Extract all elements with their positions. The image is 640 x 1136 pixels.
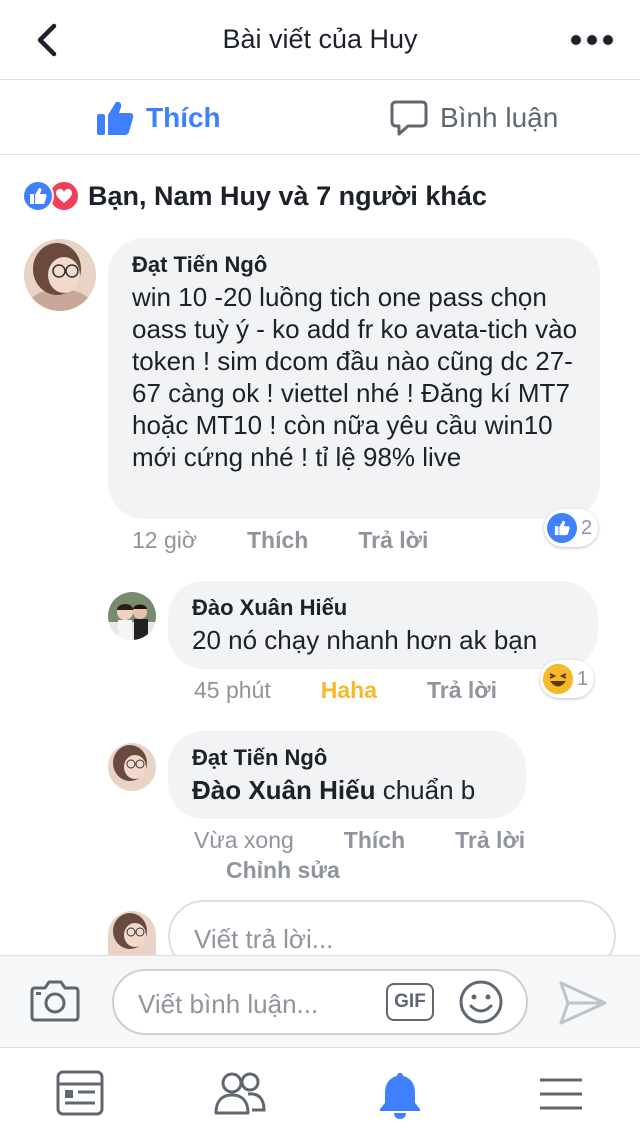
comment-text: 20 nó chạy nhanh hơn ak bạn (192, 625, 538, 655)
smile-icon (459, 980, 503, 1024)
tab-bar (0, 1047, 640, 1136)
comment-time: Vừa xong (194, 827, 294, 853)
comment-reaction-count[interactable]: 2 (544, 509, 599, 547)
more-icon (571, 35, 613, 45)
comment-text: win 10 -20 luồng tich one pass chọn oass… (132, 282, 578, 472)
comment-meta: Vừa xong Thích Trả lời (194, 827, 575, 854)
comment-reply-link[interactable]: Trả lời (455, 827, 525, 854)
avatar[interactable] (108, 592, 156, 640)
comment-bubble[interactable]: Đạt Tiến Ngô win 10 -20 luồng tich one p… (108, 238, 600, 519)
comment-meta: 12 giờ Thích Trả lời (132, 527, 478, 554)
send-icon (559, 981, 607, 1025)
comment-author[interactable]: Đào Xuân Hiếu (192, 595, 598, 621)
comment-author[interactable]: Đạt Tiến Ngô (192, 745, 526, 771)
haha-icon (543, 664, 573, 694)
comment-reply-link[interactable]: Trả lời (358, 527, 428, 554)
camera-icon (30, 980, 80, 1022)
tab-friends[interactable] (214, 1070, 266, 1121)
comment-edit-link[interactable]: Chỉnh sửa (226, 857, 340, 884)
tab-news-feed[interactable] (56, 1070, 104, 1121)
comment-text: Đào Xuân Hiếu chuẩn b (192, 775, 476, 805)
like-label: Thích (146, 102, 221, 133)
tab-notifications[interactable] (376, 1070, 424, 1125)
comment-bubble[interactable]: Đào Xuân Hiếu 20 nó chạy nhanh hơn ak bạ… (168, 581, 598, 669)
comment-label: Bình luận (440, 102, 559, 133)
comment-button[interactable]: Bình luận (390, 96, 558, 140)
menu-icon (540, 1078, 582, 1110)
tab-menu[interactable] (538, 1076, 584, 1117)
camera-button[interactable] (30, 978, 80, 1027)
mention-link[interactable]: Đào Xuân Hiếu (192, 775, 375, 805)
comment-meta: Chỉnh sửa (226, 857, 390, 884)
comment-time: 45 phút (194, 677, 271, 703)
comment-like-link[interactable]: Thích (247, 527, 308, 554)
comment-input[interactable]: Viết bình luận... GIF (112, 969, 528, 1035)
page-title: Bài viết của Huy (222, 24, 418, 54)
thumbs-up-icon (97, 101, 134, 135)
comment-author[interactable]: Đạt Tiến Ngô (132, 252, 600, 278)
bell-icon (380, 1073, 420, 1119)
comment-bubble[interactable]: Đạt Tiến Ngô Đào Xuân Hiếu chuẩn b (168, 731, 526, 819)
comment-time: 12 giờ (132, 527, 197, 553)
avatar[interactable] (24, 239, 96, 311)
comment-icon (390, 100, 428, 136)
reactions-summary[interactable]: Bạn, Nam Huy và 7 người khác (22, 178, 487, 214)
comment-haha-link[interactable]: Haha (321, 677, 377, 704)
reactions-text: Bạn, Nam Huy và 7 người khác (88, 180, 487, 211)
send-button[interactable] (558, 980, 608, 1031)
comment-reaction-count[interactable]: 1 (540, 660, 595, 698)
avatar[interactable] (108, 743, 156, 791)
more-button[interactable] (570, 28, 614, 52)
comment-input-placeholder: Viết bình luận... (138, 989, 319, 1019)
friends-icon (214, 1072, 266, 1115)
like-reaction-icon (547, 513, 577, 543)
comment-like-link[interactable]: Thích (344, 827, 405, 854)
top-bar: Bài viết của Huy (0, 0, 640, 80)
post-actions: Thích Bình luận (0, 80, 640, 155)
gif-icon[interactable]: GIF (386, 983, 434, 1021)
comment-reply-link[interactable]: Trả lời (427, 677, 497, 704)
like-reaction-icon (22, 180, 54, 212)
comment-composer: Viết bình luận... GIF (0, 955, 640, 1047)
like-button[interactable]: Thích (96, 96, 221, 140)
avatar (108, 911, 156, 955)
news-feed-icon (56, 1070, 104, 1116)
sticker-button[interactable] (458, 979, 504, 1030)
comment-meta: 45 phút Haha Trả lời (194, 677, 547, 704)
